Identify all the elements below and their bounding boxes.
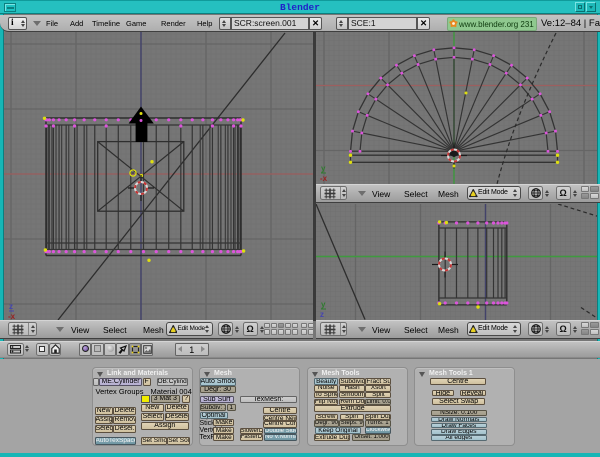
svg-text:y: y: [321, 164, 326, 173]
svg-text:z: z: [9, 302, 13, 311]
svg-text:z: z: [320, 310, 324, 319]
svg-text:-x: -x: [320, 174, 328, 183]
svg-text:y: y: [321, 300, 326, 309]
